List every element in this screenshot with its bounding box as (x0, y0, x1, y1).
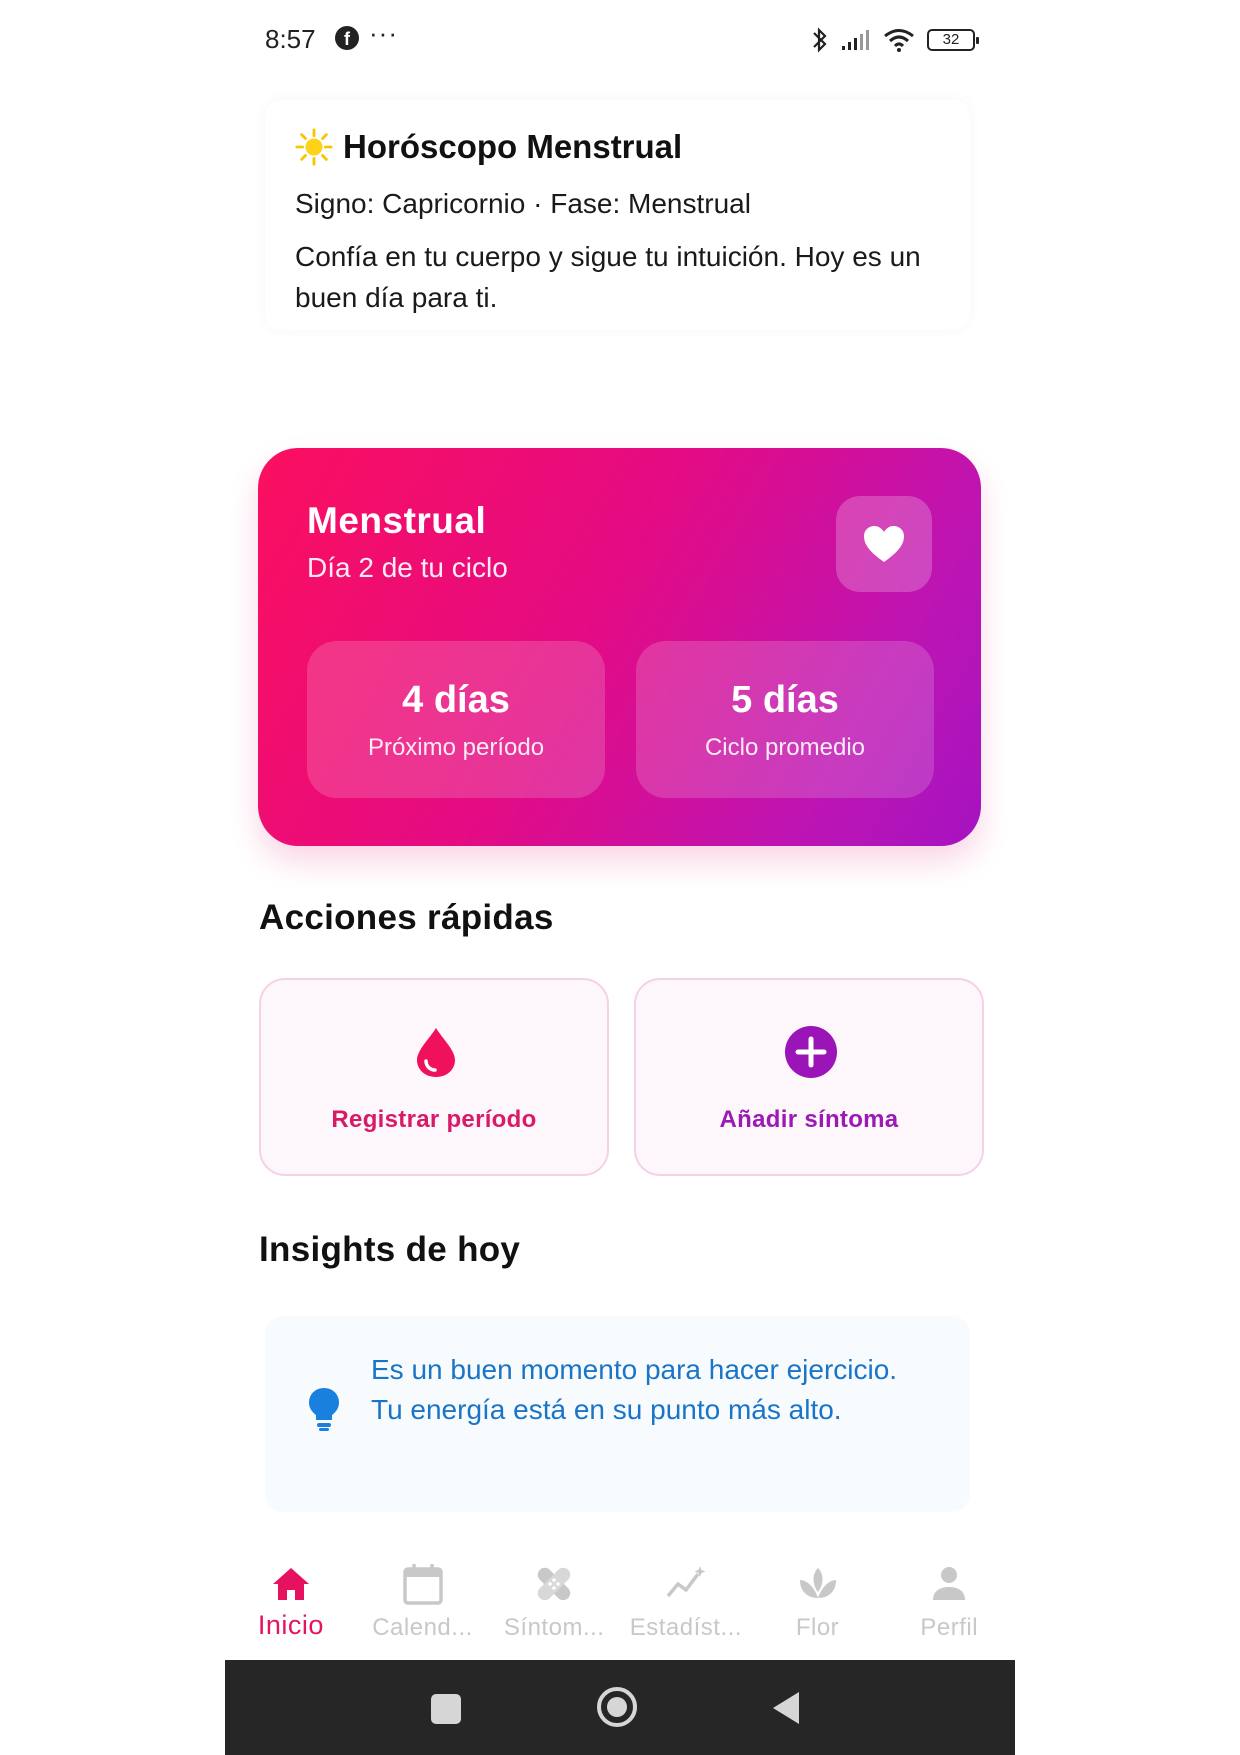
more-notifications-icon: ··· (369, 18, 398, 48)
plus-circle-icon (785, 1026, 837, 1078)
sun-icon (295, 128, 333, 166)
insight-card: Es un buen momento para hacer ejercicio.… (265, 1316, 970, 1512)
facebook-icon: f (335, 26, 359, 50)
bottom-navigation: Inicio Calend... Síntom... Estadíst... F… (225, 1548, 1015, 1658)
cycle-phase-name: Menstrual (307, 500, 487, 541)
nav-profile[interactable]: Perfil (883, 1548, 1015, 1658)
nav-flower-label: Flor (795, 1614, 840, 1641)
log-period-button[interactable]: Registrar período (259, 978, 609, 1176)
nav-profile-label: Perfil (920, 1614, 979, 1641)
horoscope-message: Confía en tu cuerpo y sigue tu intuición… (295, 241, 921, 313)
nav-statistics[interactable]: Estadíst... (620, 1548, 752, 1658)
stat-average-cycle-label: Ciclo promedio (704, 734, 866, 761)
stat-next-period-label: Próximo período (367, 734, 545, 761)
log-period-label: Registrar período (331, 1106, 537, 1133)
heart-icon (864, 526, 904, 562)
horoscope-card: Horóscopo Menstrual Signo: Capricornio ·… (265, 100, 970, 330)
stat-next-period: 4 días Próximo período (307, 641, 605, 798)
wifi-icon (884, 29, 914, 52)
status-time: 8:57 (265, 24, 316, 54)
battery-indicator: 32 (927, 29, 979, 51)
system-navigation-bar (225, 1660, 1015, 1755)
horoscope-sign-phase: Signo: Capricornio · Fase: Menstrual (295, 188, 751, 219)
stat-average-cycle-value: 5 días (731, 679, 839, 721)
nav-calendar-label: Calend... (372, 1614, 473, 1641)
nav-home-label: Inicio (257, 1610, 324, 1640)
home-system-button[interactable] (597, 1687, 637, 1727)
signal-icon (842, 30, 869, 50)
insights-title: Insights de hoy (259, 1230, 521, 1269)
add-symptom-label: Añadir síntoma (719, 1106, 899, 1133)
person-icon (933, 1567, 966, 1600)
status-bar: 8:57 f ··· 32 (225, 0, 1015, 80)
nav-calendar[interactable]: Calend... (357, 1548, 489, 1658)
nav-symptoms[interactable]: Síntom... (488, 1548, 620, 1658)
recent-apps-button[interactable] (431, 1694, 461, 1724)
favorite-button[interactable] (836, 496, 932, 592)
calendar-icon (402, 1564, 443, 1605)
nav-statistics-label: Estadíst... (629, 1614, 742, 1641)
add-symptom-button[interactable]: Añadir síntoma (634, 978, 984, 1176)
status-icons: 32 (811, 24, 979, 56)
stat-average-cycle: 5 días Ciclo promedio (636, 641, 934, 798)
bluetooth-icon (813, 27, 827, 53)
bandage-icon (537, 1567, 571, 1601)
quick-actions-title: Acciones rápidas (259, 898, 554, 937)
nav-home[interactable]: Inicio (225, 1548, 357, 1658)
nav-symptoms-label: Síntom... (503, 1614, 605, 1641)
cycle-day-text: Día 2 de tu ciclo (307, 552, 508, 583)
nav-flower[interactable]: Flor (752, 1548, 884, 1658)
drop-icon (417, 1028, 455, 1077)
lotus-icon (799, 1568, 836, 1598)
horoscope-header: Horóscopo Menstrual (295, 128, 940, 166)
stats-icon (666, 1566, 706, 1598)
insight-text: Es un buen momento para hacer ejercicio.… (371, 1354, 898, 1425)
app-screen: 8:57 f ··· 32 Horóscopo Menstrual Signo:… (225, 0, 1015, 1755)
home-icon (272, 1568, 309, 1600)
lightbulb-icon (309, 1388, 339, 1431)
stat-next-period-value: 4 días (402, 679, 510, 721)
cycle-summary-card[interactable]: Menstrual Día 2 de tu ciclo 4 días Próxi… (258, 448, 981, 846)
horoscope-title: Horóscopo Menstrual (343, 128, 683, 165)
back-button[interactable] (773, 1692, 799, 1724)
